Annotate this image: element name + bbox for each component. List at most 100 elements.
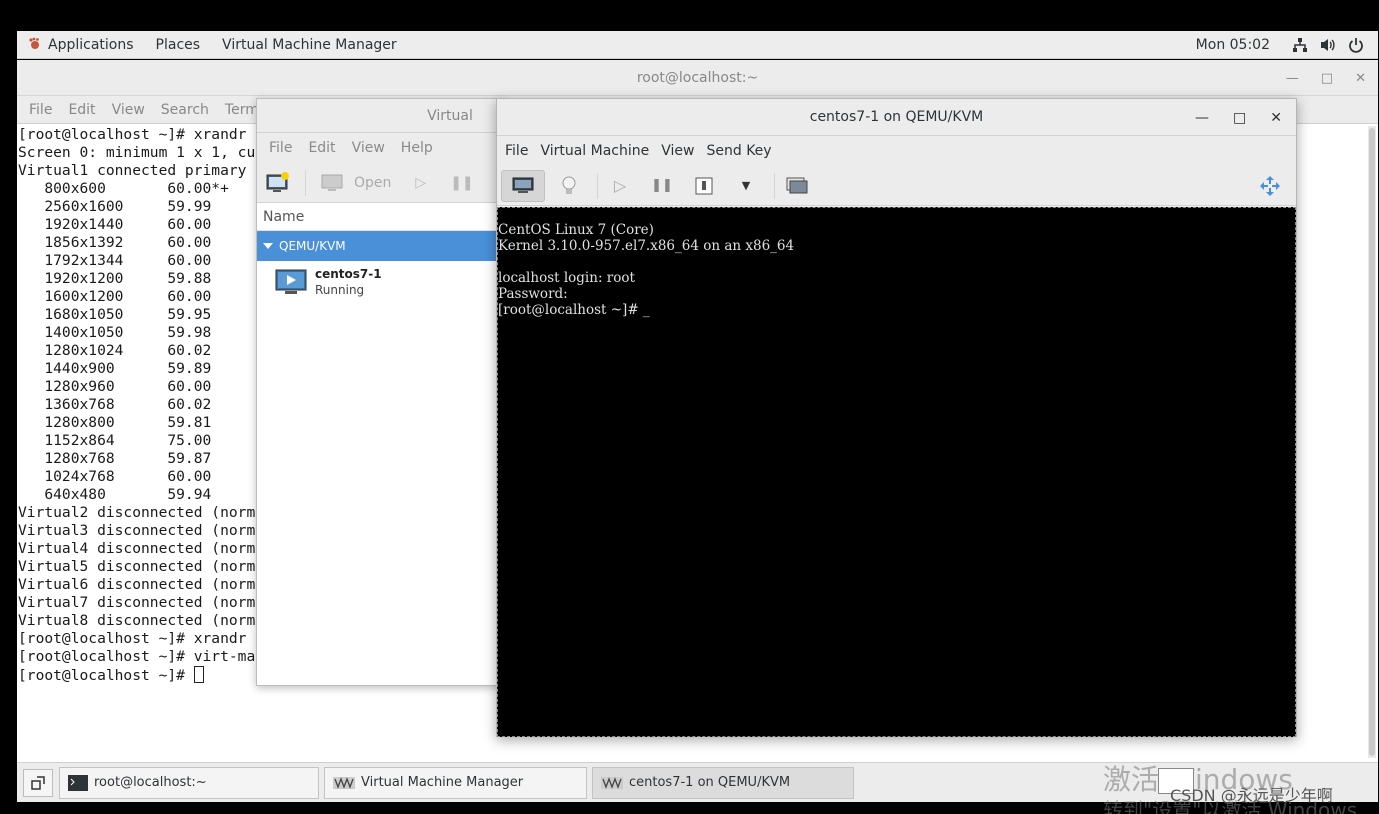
vm-row[interactable]: centos7-1 Running bbox=[257, 261, 503, 303]
show-console-button[interactable] bbox=[501, 169, 545, 202]
chevron-down-icon: ▼ bbox=[741, 179, 751, 192]
console-line: CentOS Linux 7 (Core) bbox=[498, 222, 654, 238]
task-vmm[interactable]: Virtual Machine Manager bbox=[324, 766, 587, 799]
vm-console-window: centos7-1 on QEMU/KVM — □ ✕ File Virtual… bbox=[496, 98, 1297, 737]
places-menu[interactable]: Places bbox=[145, 37, 212, 53]
toolbar-separator bbox=[774, 172, 775, 199]
console-line: Password: bbox=[498, 286, 568, 302]
close-icon[interactable]: ✕ bbox=[1355, 71, 1366, 86]
vm-display[interactable]: CentOS Linux 7 (Core) Kernel 3.10.0-957.e… bbox=[497, 207, 1296, 737]
console-menu-sendkey[interactable]: Send Key bbox=[700, 143, 777, 159]
menu-file[interactable]: File bbox=[21, 102, 60, 118]
task-label: root@localhost:~ bbox=[94, 775, 207, 790]
vmm-menu-view[interactable]: View bbox=[344, 140, 393, 156]
console-menu-vm[interactable]: Virtual Machine bbox=[534, 143, 655, 159]
connection-row[interactable]: QEMU/KVM bbox=[257, 231, 503, 261]
menu-search[interactable]: Search bbox=[153, 102, 217, 118]
clock[interactable]: Mon 05:02 bbox=[1196, 37, 1270, 53]
shutdown-icon bbox=[695, 177, 713, 194]
terminal-line: 1920x1440 60.00 bbox=[18, 216, 212, 233]
volume-icon[interactable] bbox=[1320, 37, 1336, 53]
pause-icon[interactable]: ❚❚ bbox=[450, 175, 473, 191]
expand-icon[interactable] bbox=[263, 243, 273, 249]
console-line: localhost login: root bbox=[498, 270, 635, 286]
show-details-button[interactable] bbox=[551, 170, 587, 202]
vmm-title: Virtual bbox=[427, 107, 473, 124]
applications-menu[interactable]: Applications bbox=[17, 37, 145, 53]
terminal-line: 1440x900 59.89 bbox=[18, 360, 212, 377]
vmm-app-menu[interactable]: Virtual Machine Manager bbox=[211, 37, 408, 53]
menu-view[interactable]: View bbox=[104, 102, 153, 118]
vmm-window: Virtual File Edit View Help Open ▷ ❚❚ Na… bbox=[256, 98, 504, 686]
terminal-prompt: [root@localhost ~]# bbox=[18, 667, 194, 684]
terminal-line: 1280x768 59.87 bbox=[18, 450, 212, 467]
console-title: centos7-1 on QEMU/KVM bbox=[809, 109, 984, 125]
task-label: centos7-1 on QEMU/KVM bbox=[629, 775, 791, 790]
monitor-icon[interactable] bbox=[320, 172, 344, 194]
terminal-titlebar[interactable]: root@localhost:~ — □ ✕ bbox=[17, 60, 1378, 96]
terminal-line: [root@localhost ~]# xrandr bbox=[18, 126, 247, 143]
snapshots-button[interactable] bbox=[779, 170, 815, 202]
show-desktop-icon bbox=[31, 775, 45, 790]
vmm-icon bbox=[333, 776, 355, 789]
connection-label: QEMU/KVM bbox=[279, 239, 346, 253]
terminal-line: Virtual4 disconnected (norm bbox=[18, 540, 256, 557]
vmm-titlebar[interactable]: Virtual bbox=[257, 99, 503, 133]
console-titlebar[interactable]: centos7-1 on QEMU/KVM — □ ✕ bbox=[497, 99, 1296, 136]
minimize-icon[interactable]: — bbox=[1195, 110, 1209, 126]
csdn-watermark: CSDN @永远是少年啊 bbox=[1170, 786, 1333, 805]
menu-edit[interactable]: Edit bbox=[60, 102, 103, 118]
terminal-line: 1856x1392 60.00 bbox=[18, 234, 212, 251]
pause-button[interactable]: ❚❚ bbox=[644, 170, 680, 202]
terminal-scrollbar[interactable] bbox=[1368, 126, 1376, 758]
power-icon[interactable] bbox=[1348, 37, 1364, 53]
vm-state: Running bbox=[315, 283, 365, 297]
run-button[interactable]: ▷ bbox=[602, 170, 638, 202]
console-menubar: File Virtual Machine View Send Key bbox=[497, 136, 1296, 166]
close-icon[interactable]: ✕ bbox=[1270, 110, 1282, 126]
terminal-line: 640x480 59.94 bbox=[18, 486, 212, 503]
scrollbar-thumb[interactable] bbox=[1369, 128, 1375, 756]
vmm-toolbar: Open ▷ ❚❚ bbox=[257, 163, 503, 203]
terminal-line: Virtual1 connected primary 6 bbox=[18, 162, 273, 179]
terminal-line: 2560x1600 59.99 bbox=[18, 198, 212, 215]
applications-label: Applications bbox=[48, 36, 134, 53]
show-desktop-button[interactable] bbox=[23, 768, 53, 797]
task-terminal[interactable]: root@localhost:~ bbox=[59, 766, 319, 799]
terminal-cursor bbox=[193, 666, 204, 683]
terminal-line: Virtual5 disconnected (norm bbox=[18, 558, 256, 575]
vmm-column-name[interactable]: Name bbox=[257, 203, 503, 231]
terminal-line: [root@localhost ~]# virt-ma bbox=[18, 648, 256, 665]
shutdown-button[interactable] bbox=[686, 170, 722, 202]
maximize-icon[interactable]: □ bbox=[1233, 110, 1246, 126]
vmm-menu-help[interactable]: Help bbox=[393, 140, 441, 156]
maximize-icon[interactable]: □ bbox=[1321, 71, 1333, 86]
vmm-menu-edit[interactable]: Edit bbox=[300, 140, 343, 156]
console-line: [root@localhost ~]# _ bbox=[498, 302, 650, 318]
new-vm-icon[interactable] bbox=[265, 171, 291, 195]
network-icon[interactable] bbox=[1292, 37, 1308, 53]
console-menu-file[interactable]: File bbox=[499, 143, 534, 159]
task-console[interactable]: centos7-1 on QEMU/KVM bbox=[592, 766, 854, 799]
terminal-line: Screen 0: minimum 1 x 1, cu bbox=[18, 144, 256, 161]
vmm-icon bbox=[601, 776, 623, 789]
terminal-line: Virtual8 disconnected (norm bbox=[18, 612, 256, 629]
run-icon[interactable]: ▷ bbox=[415, 175, 426, 191]
minimize-icon[interactable]: — bbox=[1286, 71, 1299, 86]
task-label: Virtual Machine Manager bbox=[361, 775, 524, 790]
vmm-menu-file[interactable]: File bbox=[261, 140, 300, 156]
terminal-line: Virtual2 disconnected (norm bbox=[18, 504, 256, 521]
terminal-title: root@localhost:~ bbox=[636, 69, 759, 86]
terminal-icon bbox=[68, 774, 88, 791]
shutdown-menu-button[interactable]: ▼ bbox=[728, 170, 764, 202]
terminal-line: 1792x1344 60.00 bbox=[18, 252, 212, 269]
terminal-line: 1280x800 59.81 bbox=[18, 414, 212, 431]
monitor-icon bbox=[512, 177, 534, 193]
console-menu-view[interactable]: View bbox=[655, 143, 700, 159]
terminal-output[interactable]: [root@localhost ~]# xrandr Screen 0: mini… bbox=[18, 126, 273, 685]
fullscreen-icon[interactable] bbox=[1258, 174, 1282, 198]
open-button[interactable]: Open bbox=[354, 175, 391, 191]
run-icon: ▷ bbox=[613, 176, 627, 195]
terminal-line: Virtual6 disconnected (norm bbox=[18, 576, 256, 593]
